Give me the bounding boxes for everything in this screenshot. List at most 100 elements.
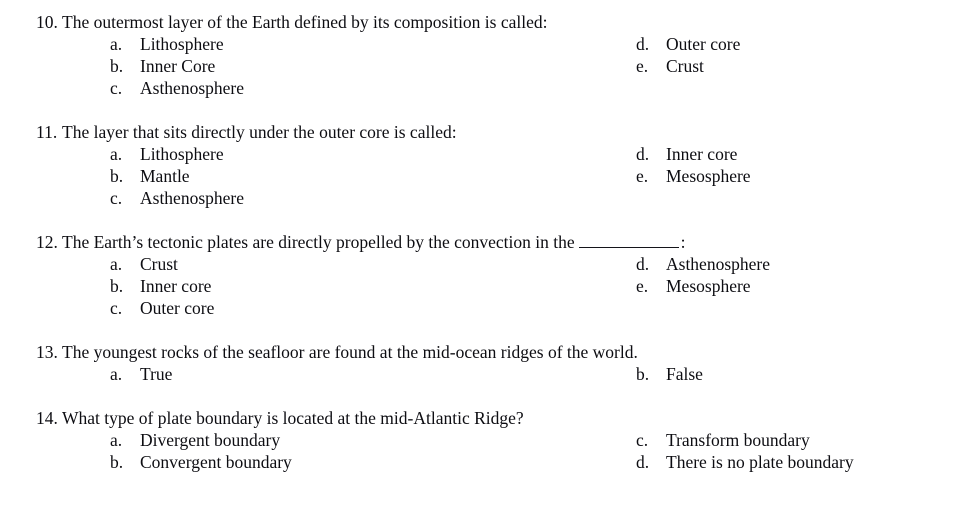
answer-options: a. True b. False	[0, 363, 958, 385]
option-letter: a.	[110, 34, 123, 54]
option-label: Lithosphere	[140, 34, 224, 54]
question-stem: 14. What type of plate boundary is locate…	[0, 407, 958, 429]
option-label: Transform boundary	[666, 430, 810, 450]
answer-option[interactable]: e. Crust	[636, 55, 704, 77]
option-row: c. Asthenosphere	[0, 187, 958, 209]
option-label: Outer core	[666, 34, 741, 54]
question-stem: 12. The Earth’s tectonic plates are direc…	[0, 231, 958, 253]
option-letter: e.	[636, 166, 649, 186]
option-letter: d.	[636, 452, 650, 472]
option-letter: b.	[110, 452, 124, 472]
answer-option[interactable]: a. Divergent boundary	[110, 429, 280, 451]
answer-option[interactable]: a. Lithosphere	[110, 143, 224, 165]
question-block: 13. The youngest rocks of the seafloor ar…	[0, 341, 958, 385]
option-label: False	[666, 364, 703, 384]
option-label: Asthenosphere	[666, 254, 771, 274]
option-row: b. Inner core e. Mesosphere	[0, 275, 958, 297]
option-label: Outer core	[140, 298, 215, 318]
answer-option[interactable]: a. Crust	[110, 253, 178, 275]
question-number: 11.	[36, 122, 58, 142]
answer-option[interactable]: d. Inner core	[636, 143, 737, 165]
option-label: Mesosphere	[666, 276, 751, 296]
answer-option[interactable]: d. Outer core	[636, 33, 740, 55]
answer-option[interactable]: b. False	[636, 363, 703, 385]
question-text: The outermost layer of the Earth defined…	[62, 12, 548, 32]
option-letter: a.	[110, 364, 123, 384]
answer-options: a. Lithosphere d. Inner core b. Mantle e. Mesos…	[0, 143, 958, 209]
option-letter: d.	[636, 254, 650, 274]
question-block: 12. The Earth’s tectonic plates are direc…	[0, 231, 958, 319]
page-top-padding	[0, 0, 958, 11]
question-stem: 11. The layer that sits directly under th…	[0, 121, 958, 143]
answer-option[interactable]: d. There is no plate boundary	[636, 451, 854, 473]
answer-option[interactable]: b. Mantle	[110, 165, 190, 187]
option-row: a. Lithosphere d. Inner core	[0, 143, 958, 165]
option-label: True	[140, 364, 173, 384]
question-block: 11. The layer that sits directly under th…	[0, 121, 958, 209]
answer-option[interactable]: c. Asthenosphere	[110, 77, 244, 99]
answer-option[interactable]: e. Mesosphere	[636, 275, 751, 297]
option-letter: e.	[636, 276, 649, 296]
question-number: 13.	[36, 342, 58, 362]
question-number: 12.	[36, 232, 58, 252]
option-label: Inner core	[666, 144, 738, 164]
answer-option[interactable]: c. Outer core	[110, 297, 214, 319]
answer-option[interactable]: d. Asthenosphere	[636, 253, 770, 275]
option-letter: c.	[636, 430, 649, 450]
question-text: The Earth’s tectonic plates are directly…	[62, 232, 575, 252]
option-label: There is no plate boundary	[666, 452, 854, 472]
option-letter: c.	[110, 78, 123, 98]
option-row: a. Divergent boundary c. Transform boundary	[0, 429, 958, 451]
answer-option[interactable]: b. Convergent boundary	[110, 451, 292, 473]
option-letter: b.	[110, 166, 124, 186]
option-letter: b.	[110, 56, 124, 76]
answer-option[interactable]: e. Mesosphere	[636, 165, 751, 187]
option-label: Divergent boundary	[140, 430, 281, 450]
option-letter: c.	[110, 298, 123, 318]
question-stem: 10. The outermost layer of the Earth defi…	[0, 11, 958, 33]
question-text: The layer that sits directly under the o…	[62, 122, 457, 142]
option-row: b. Inner Core e. Crust	[0, 55, 958, 77]
option-letter: e.	[636, 56, 649, 76]
question-number: 10.	[36, 12, 58, 32]
option-letter: b.	[636, 364, 650, 384]
question-stem: 13. The youngest rocks of the seafloor ar…	[0, 341, 958, 363]
option-label: Asthenosphere	[140, 188, 245, 208]
option-label: Asthenosphere	[140, 78, 245, 98]
fill-in-blank[interactable]	[578, 233, 679, 248]
option-label: Convergent boundary	[140, 452, 292, 472]
question-text: The youngest rocks of the seafloor are f…	[62, 342, 638, 362]
question-number: 14.	[36, 408, 58, 428]
option-label: Inner Core	[140, 56, 216, 76]
option-row: a. Lithosphere d. Outer core	[0, 33, 958, 55]
questions-container: 10. The outermost layer of the Earth defi…	[0, 11, 958, 473]
question-text-tail: :	[680, 232, 686, 252]
quiz-page: 10. The outermost layer of the Earth defi…	[0, 0, 958, 513]
answer-option[interactable]: a. Lithosphere	[110, 33, 224, 55]
answer-option[interactable]: b. Inner core	[110, 275, 211, 297]
answer-option[interactable]: c. Transform boundary	[636, 429, 810, 451]
option-label: Mantle	[140, 166, 190, 186]
option-letter: c.	[110, 188, 123, 208]
option-row: c. Outer core	[0, 297, 958, 319]
answer-options: a. Crust d. Asthenosphere b. Inner core e. Meso…	[0, 253, 958, 319]
option-letter: a.	[110, 254, 123, 274]
option-row: b. Convergent boundary d. There is no plate…	[0, 451, 958, 473]
answer-option[interactable]: a. True	[110, 363, 172, 385]
option-label: Crust	[666, 56, 704, 76]
answer-option[interactable]: c. Asthenosphere	[110, 187, 244, 209]
answer-option[interactable]: b. Inner Core	[110, 55, 215, 77]
question-block: 14. What type of plate boundary is locate…	[0, 407, 958, 473]
option-letter: a.	[110, 430, 123, 450]
answer-options: a. Lithosphere d. Outer core b. Inner Core e. C…	[0, 33, 958, 99]
option-letter: b.	[110, 276, 124, 296]
option-letter: d.	[636, 34, 650, 54]
option-label: Lithosphere	[140, 144, 224, 164]
option-row: a. True b. False	[0, 363, 958, 385]
question-text: What type of plate boundary is located a…	[62, 408, 524, 428]
option-row: c. Asthenosphere	[0, 77, 958, 99]
